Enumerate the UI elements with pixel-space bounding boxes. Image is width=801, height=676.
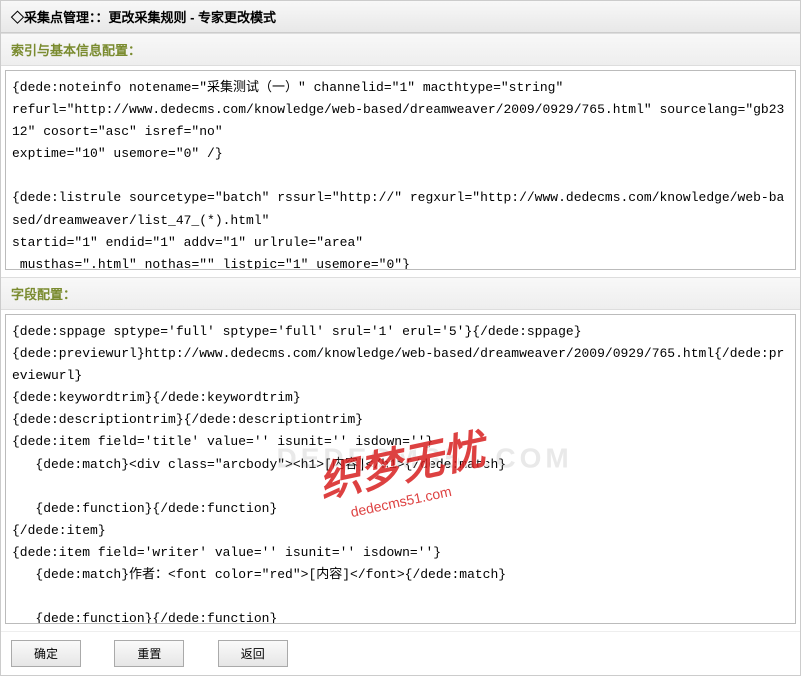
page-title: ◇采集点管理：：更改采集规则 - 专家更改模式 <box>1 1 800 33</box>
main-panel: ◇采集点管理：：更改采集规则 - 专家更改模式 索引与基本信息配置： 字段配置：… <box>0 0 801 676</box>
button-bar: 确定 重置 返回 <box>1 631 800 675</box>
index-config-textarea[interactable] <box>5 70 796 270</box>
field-config-wrap: DEDECMS51.COM 织梦无忧 dedecms51.com <box>1 310 800 631</box>
submit-button[interactable]: 确定 <box>11 640 81 667</box>
back-button[interactable]: 返回 <box>218 640 288 667</box>
index-config-wrap <box>1 66 800 277</box>
field-config-title: 字段配置： <box>1 277 800 310</box>
index-config-title: 索引与基本信息配置： <box>1 33 800 66</box>
reset-button[interactable]: 重置 <box>114 640 184 667</box>
field-config-textarea[interactable] <box>5 314 796 624</box>
